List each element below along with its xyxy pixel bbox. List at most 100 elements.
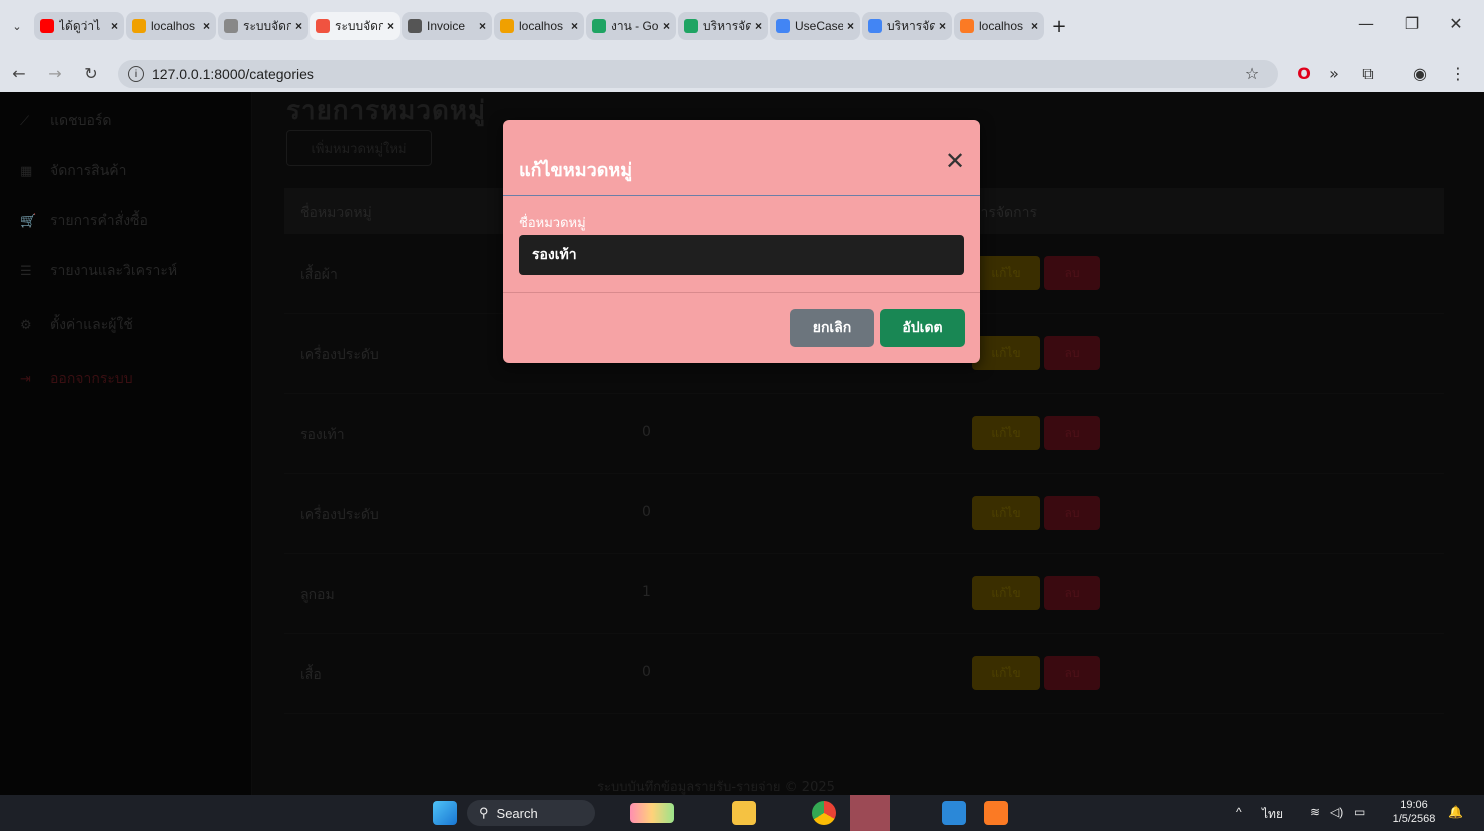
delete-button[interactable]: ลบ [1044, 656, 1100, 690]
site-info-icon[interactable]: i [128, 66, 144, 82]
bookmark-star-icon[interactable]: ☆ [1240, 64, 1264, 83]
tab-favicon-icon [684, 19, 698, 33]
tab-favicon-icon [408, 19, 422, 33]
category-name-label: ชื่อหมวดหมู่ [519, 216, 586, 231]
wifi-icon[interactable]: ≋ [1310, 805, 1320, 819]
language-indicator[interactable]: ไทย [1262, 805, 1283, 824]
tab-close-icon[interactable]: × [663, 19, 670, 33]
puzzle-icon[interactable]: ⧉ [1356, 64, 1380, 84]
sidebar-item[interactable]: ⟋ แดชบอร์ด [20, 110, 112, 132]
tab-close-icon[interactable]: × [939, 19, 946, 33]
profile-avatar-icon[interactable]: ◉ [1408, 64, 1432, 83]
delete-button[interactable]: ลบ [1044, 576, 1100, 610]
table-row: ลูกอม 1 แก้ไข ลบ [284, 554, 1444, 634]
sidebar-item-label: รายงานและวิเคราะห์ [50, 263, 178, 279]
table-row: เสื้อ 0 แก้ไข ลบ [284, 634, 1444, 714]
update-button[interactable]: อัปเดต [880, 309, 965, 347]
browser-tab[interactable]: localhos × [126, 12, 216, 40]
browser-tab[interactable]: งาน - Go × [586, 12, 676, 40]
edit-button[interactable]: แก้ไข [972, 256, 1040, 290]
browser-tab[interactable]: ระบบจัดก × [218, 12, 308, 40]
forward-icon[interactable]: → [44, 64, 66, 83]
sidebar-item-label: จัดการสินค้า [50, 163, 127, 179]
gears-icon: ⚙ [20, 317, 32, 333]
add-category-button[interactable]: เพิ่มหมวดหมู่ใหม่ [286, 130, 432, 166]
delete-button[interactable]: ลบ [1044, 336, 1100, 370]
tab-close-icon[interactable]: × [203, 19, 210, 33]
taskbar: ⚲ Search ^ ไทย ≋ ◁) ▭ 19:06 1/5/2568 🔔 [0, 795, 1484, 831]
url-input[interactable]: i 127.0.0.1:8000/categories [118, 60, 1278, 88]
tray-chevron-icon[interactable]: ^ [1236, 805, 1242, 819]
sidebar-item[interactable]: ⇥ ออกจากระบบ [20, 368, 133, 390]
vscode-icon[interactable] [942, 801, 966, 825]
tab-favicon-icon [132, 19, 146, 33]
category-name-cell: เสื้อผ้า [300, 267, 338, 283]
taskbar-search[interactable]: ⚲ Search [467, 800, 595, 826]
category-name-cell: เครื่องประดับ [300, 347, 379, 363]
restore-icon[interactable]: ❐ [1392, 14, 1432, 33]
windows-start-icon[interactable] [433, 801, 457, 825]
browser-tab[interactable]: Invoice × [402, 12, 492, 40]
edit-button[interactable]: แก้ไข [972, 336, 1040, 370]
chrome-icon[interactable] [812, 801, 836, 825]
opera-icon[interactable]: O [1292, 64, 1316, 83]
tab-search-icon[interactable]: ⌄ [0, 12, 34, 40]
tab-label: localhos [979, 19, 1024, 33]
category-name-cell: เสื้อ [300, 667, 322, 683]
sidebar-item[interactable]: 🛒 รายการคำสั่งซื้อ [20, 210, 148, 232]
edit-button[interactable]: แก้ไข [972, 416, 1040, 450]
edit-button[interactable]: แก้ไข [972, 656, 1040, 690]
minimize-icon[interactable]: — [1346, 14, 1386, 33]
tab-close-icon[interactable]: × [111, 19, 118, 33]
tab-favicon-icon [592, 19, 606, 33]
tab-close-icon[interactable]: × [847, 19, 854, 33]
edit-button[interactable]: แก้ไข [972, 576, 1040, 610]
menu-dots-icon[interactable]: ⋮ [1446, 64, 1470, 83]
tab-close-icon[interactable]: × [755, 19, 762, 33]
notification-icon[interactable]: 🔔 [1448, 805, 1463, 819]
browser-tab[interactable]: ระบบจัดก × [310, 12, 400, 40]
browser-tab[interactable]: บริหารจัด × [862, 12, 952, 40]
volume-icon[interactable]: ◁) [1330, 805, 1343, 819]
edit-button[interactable]: แก้ไข [972, 496, 1040, 530]
delete-button[interactable]: ลบ [1044, 416, 1100, 450]
new-tab-button[interactable]: + [1046, 13, 1072, 39]
close-icon[interactable]: ✕ [944, 149, 966, 173]
sidebar-item[interactable]: ⚙ ตั้งค่าและผู้ใช้ [20, 314, 133, 336]
tab-label: localhos [151, 19, 196, 33]
reload-icon[interactable]: ↻ [80, 64, 102, 83]
browser-tab[interactable]: localhos × [954, 12, 1044, 40]
xampp-icon[interactable] [984, 801, 1008, 825]
tab-close-icon[interactable]: × [479, 19, 486, 33]
battery-icon[interactable]: ▭ [1354, 805, 1365, 819]
browser-tab[interactable]: บริหารจัด × [678, 12, 768, 40]
extensions-arrow-icon[interactable]: » [1322, 64, 1346, 83]
file-explorer-icon[interactable] [732, 801, 756, 825]
system-clock[interactable]: 19:06 1/5/2568 [1386, 798, 1442, 826]
delete-button[interactable]: ลบ [1044, 496, 1100, 530]
active-app-icon[interactable] [850, 795, 890, 831]
sidebar-item[interactable]: ▦ จัดการสินค้า [20, 160, 127, 182]
sidebar-item[interactable]: ☰ รายงานและวิเคราะห์ [20, 260, 177, 282]
back-icon[interactable]: ← [8, 64, 30, 83]
logout-icon: ⇥ [20, 371, 31, 387]
tab-favicon-icon [500, 19, 514, 33]
tab-close-icon[interactable]: × [571, 19, 578, 33]
tab-favicon-icon [776, 19, 790, 33]
tab-label: ระบบจัดก [335, 18, 383, 33]
cancel-button[interactable]: ยกเลิก [790, 309, 874, 347]
category-name-input[interactable] [519, 235, 964, 275]
tab-favicon-icon [868, 19, 882, 33]
close-window-icon[interactable]: ✕ [1436, 14, 1476, 33]
browser-tab[interactable]: localhos × [494, 12, 584, 40]
url-text: 127.0.0.1:8000/categories [152, 66, 314, 82]
browser-tab[interactable]: ได้ดูว่าไ × [34, 12, 124, 40]
delete-button[interactable]: ลบ [1044, 256, 1100, 290]
widgets-flower-icon[interactable] [630, 803, 674, 823]
browser-tab[interactable]: UseCase × [770, 12, 860, 40]
chart-line-icon: ⟋ [20, 113, 30, 129]
tab-close-icon[interactable]: × [387, 19, 394, 33]
modal-header: แก้ไขหมวดหมู่ ✕ [503, 120, 980, 196]
tab-close-icon[interactable]: × [295, 19, 302, 33]
tab-close-icon[interactable]: × [1031, 19, 1038, 33]
